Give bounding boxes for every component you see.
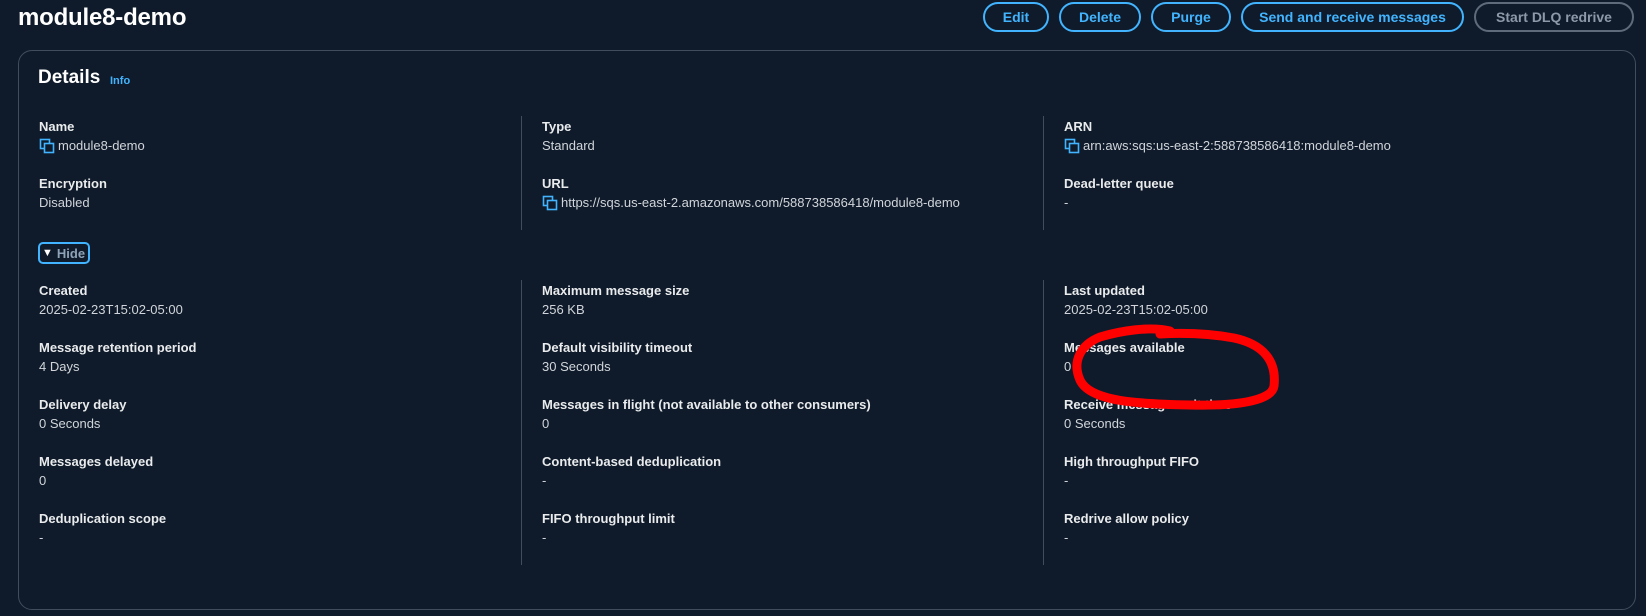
- field-label: Default visibility timeout: [542, 340, 693, 355]
- fifo-throughput-limit-value: -: [542, 530, 547, 545]
- copy-icon[interactable]: [1064, 138, 1080, 154]
- purge-button[interactable]: Purge: [1151, 2, 1231, 32]
- field-label: Last updated: [1064, 283, 1145, 298]
- details-panel: Details Info Name module8-demo Type Stan…: [18, 50, 1636, 610]
- messages-delayed-value: 0: [39, 473, 47, 488]
- field-label: Delivery delay: [39, 397, 127, 412]
- field-label: Content-based deduplication: [542, 454, 722, 469]
- caret-down-icon: ▼: [42, 247, 53, 259]
- arn-field: ARN arn:aws:sqs:us-east-2:588738586418:m…: [1043, 116, 1603, 173]
- max-message-size-value: 256 KB: [542, 302, 585, 317]
- created-field: Created 2025-02-23T15:02-05:00: [39, 280, 539, 337]
- type-field: Type Standard: [521, 116, 1041, 173]
- high-throughput-fifo-value: -: [1064, 473, 1069, 488]
- url-value: https://sqs.us-east-2.amazonaws.com/5887…: [561, 195, 960, 210]
- messages-in-flight-field: Messages in flight (not available to oth…: [521, 394, 1041, 451]
- retention-period-value: 4 Days: [39, 359, 80, 374]
- details-row: Messages delayed 0 Content-based dedupli…: [19, 451, 1635, 508]
- page-header: module8-demo Edit Delete Purge Send and …: [0, 0, 1646, 42]
- delivery-delay-value: 0 Seconds: [39, 416, 101, 431]
- field-label: Maximum message size: [542, 283, 690, 298]
- content-dedup-value: -: [542, 473, 547, 488]
- visibility-timeout-field: Default visibility timeout 30 Seconds: [521, 337, 1041, 394]
- dead-letter-queue-value: -: [1064, 195, 1069, 210]
- max-message-size-field: Maximum message size 256 KB: [521, 280, 1041, 337]
- dedup-scope-value: -: [39, 530, 44, 545]
- details-row: Message retention period 4 Days Default …: [19, 337, 1635, 394]
- field-label: Dead-letter queue: [1064, 176, 1174, 191]
- action-buttons: Edit Delete Purge Send and receive messa…: [983, 2, 1634, 32]
- dead-letter-queue-field: Dead-letter queue -: [1043, 173, 1603, 230]
- field-value: module8-demo: [39, 137, 539, 155]
- encryption-field: Encryption Disabled: [39, 173, 539, 230]
- field-label: Messages available: [1064, 340, 1185, 355]
- field-label: Created: [39, 283, 88, 298]
- info-link[interactable]: Info: [110, 75, 130, 87]
- field-label: Encryption: [39, 176, 107, 191]
- high-throughput-fifo-field: High throughput FIFO -: [1043, 451, 1603, 508]
- field-label: Deduplication scope: [39, 511, 167, 526]
- receive-wait-time-field: Receive message wait time 0 Seconds: [1043, 394, 1603, 451]
- last-updated-field: Last updated 2025-02-23T15:02-05:00: [1043, 280, 1603, 337]
- field-value: arn:aws:sqs:us-east-2:588738586418:modul…: [1064, 137, 1603, 155]
- fifo-throughput-limit-field: FIFO throughput limit -: [521, 508, 1041, 565]
- redrive-allow-policy-field: Redrive allow policy -: [1043, 508, 1603, 565]
- copy-icon[interactable]: [39, 138, 55, 154]
- created-value: 2025-02-23T15:02-05:00: [39, 302, 183, 317]
- messages-available-field: Messages available 0: [1043, 337, 1603, 394]
- field-label: Redrive allow policy: [1064, 511, 1189, 526]
- redrive-allow-policy-value: -: [1064, 530, 1069, 545]
- field-label: Type: [542, 119, 572, 134]
- field-label: Receive message wait time: [1064, 397, 1232, 412]
- edit-button[interactable]: Edit: [983, 2, 1049, 32]
- last-updated-value: 2025-02-23T15:02-05:00: [1064, 302, 1208, 317]
- page-title: module8-demo: [18, 4, 187, 31]
- field-label: Name: [39, 119, 75, 134]
- field-label: Message retention period: [39, 340, 197, 355]
- hide-toggle-button[interactable]: ▼ Hide: [38, 242, 91, 264]
- arn-value: arn:aws:sqs:us-east-2:588738586418:modul…: [1083, 138, 1391, 153]
- encryption-value: Disabled: [39, 195, 90, 210]
- messages-delayed-field: Messages delayed 0: [39, 451, 539, 508]
- copy-icon[interactable]: [542, 195, 558, 211]
- hide-toggle-label: Hide: [56, 245, 86, 261]
- details-row: Deduplication scope - FIFO throughput li…: [19, 508, 1635, 565]
- messages-in-flight-value: 0: [542, 416, 550, 431]
- details-grid-primary: Name module8-demo Type Standard ARN arn:…: [19, 116, 1635, 230]
- messages-available-value: 0: [1064, 359, 1072, 374]
- details-row: Created 2025-02-23T15:02-05:00 Maximum m…: [19, 280, 1635, 337]
- field-label: ARN: [1064, 119, 1093, 134]
- field-label: URL: [542, 176, 569, 191]
- name-value: module8-demo: [58, 138, 145, 153]
- details-row: Delivery delay 0 Seconds Messages in fli…: [19, 394, 1635, 451]
- retention-period-field: Message retention period 4 Days: [39, 337, 539, 394]
- field-label: High throughput FIFO: [1064, 454, 1200, 469]
- details-grid-extended: Created 2025-02-23T15:02-05:00 Maximum m…: [19, 280, 1635, 565]
- details-row: Name module8-demo Type Standard ARN arn:…: [19, 116, 1635, 173]
- field-value: https://sqs.us-east-2.amazonaws.com/5887…: [542, 194, 1041, 212]
- start-dlq-redrive-button: Start DLQ redrive: [1474, 2, 1634, 32]
- content-dedup-field: Content-based deduplication -: [521, 451, 1041, 508]
- name-field: Name module8-demo: [39, 116, 539, 173]
- field-label: Messages in flight (not available to oth…: [542, 397, 871, 412]
- send-receive-messages-button[interactable]: Send and receive messages: [1241, 2, 1464, 32]
- details-title: Details: [38, 67, 101, 88]
- url-field: URL https://sqs.us-east-2.amazonaws.com/…: [521, 173, 1041, 230]
- field-label: FIFO throughput limit: [542, 511, 675, 526]
- field-label: Messages delayed: [39, 454, 154, 469]
- type-value: Standard: [542, 138, 595, 153]
- visibility-timeout-value: 30 Seconds: [542, 359, 611, 374]
- delivery-delay-field: Delivery delay 0 Seconds: [39, 394, 539, 451]
- delete-button[interactable]: Delete: [1059, 2, 1141, 32]
- receive-wait-time-value: 0 Seconds: [1064, 416, 1126, 431]
- details-row: Encryption Disabled URL https://sqs.us-e…: [19, 173, 1635, 230]
- dedup-scope-field: Deduplication scope -: [39, 508, 539, 565]
